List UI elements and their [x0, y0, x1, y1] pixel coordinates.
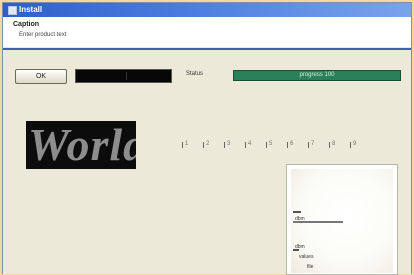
app-icon — [8, 6, 17, 15]
ruler-mark: 9 — [353, 141, 357, 147]
installer-window: Install Caption Enter product text OK St… — [2, 2, 412, 275]
ruler-mark: 1 — [185, 141, 189, 147]
ruler-tick — [245, 142, 246, 148]
ruler-tick — [308, 142, 309, 148]
ruler: 1 2 3 4 5 6 7 8 9 — [171, 140, 381, 152]
ruler-tick — [266, 142, 267, 148]
tree-node-label: dbm — [295, 216, 305, 222]
ruler-tick — [329, 142, 330, 148]
tree-node-line — [293, 211, 301, 213]
header-caption: Caption — [13, 21, 40, 28]
ruler-mark: 7 — [311, 141, 315, 147]
ruler-mark: 4 — [248, 141, 252, 147]
header-panel: Caption Enter product text — [3, 17, 411, 47]
value-field[interactable] — [75, 69, 172, 83]
title-bar[interactable]: Install — [3, 3, 411, 17]
progress-text: progress 100 — [299, 72, 335, 78]
progress-bar: progress 100 — [233, 70, 401, 81]
ruler-tick — [224, 142, 225, 148]
logo-text: World — [28, 121, 136, 169]
ruler-mark: 5 — [269, 141, 273, 147]
ruler-tick — [182, 142, 183, 148]
header-separator — [3, 48, 411, 50]
text-caret — [126, 72, 127, 80]
tree-node-label: file — [307, 264, 314, 270]
ruler-mark: 3 — [227, 141, 231, 147]
ruler-tick — [203, 142, 204, 148]
ruler-mark: 8 — [332, 141, 336, 147]
logo-banner: World — [26, 121, 136, 169]
ruler-tick — [287, 142, 288, 148]
window-title: Install — [19, 5, 43, 14]
ruler-mark: 6 — [290, 141, 294, 147]
status-label: Status — [186, 71, 204, 77]
ruler-mark: 2 — [206, 141, 210, 147]
ruler-tick — [350, 142, 351, 148]
tree-node-label: dbm — [295, 244, 305, 250]
ok-button[interactable]: OK — [15, 69, 67, 84]
preview-pane[interactable]: dbm dbm values file — [286, 164, 398, 275]
tree-node-label: values — [299, 254, 314, 260]
header-subcaption: Enter product text — [19, 32, 67, 38]
